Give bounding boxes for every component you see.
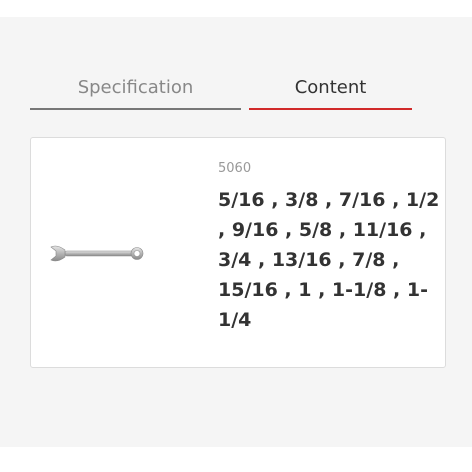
product-code: 5060 [218, 161, 252, 176]
product-card: 5060 5/16 , 3/8 , 7/16 , 1/2 , 9/16 , 5/… [30, 137, 446, 368]
tab-specification[interactable]: Specification [30, 75, 241, 110]
tab-bar: Specification Content [30, 75, 412, 110]
combination-wrench-icon [50, 245, 144, 262]
product-sizes: 5/16 , 3/8 , 7/16 , 1/2 , 9/16 , 5/8 , 1… [218, 189, 440, 331]
tab-content[interactable]: Content [249, 75, 412, 110]
